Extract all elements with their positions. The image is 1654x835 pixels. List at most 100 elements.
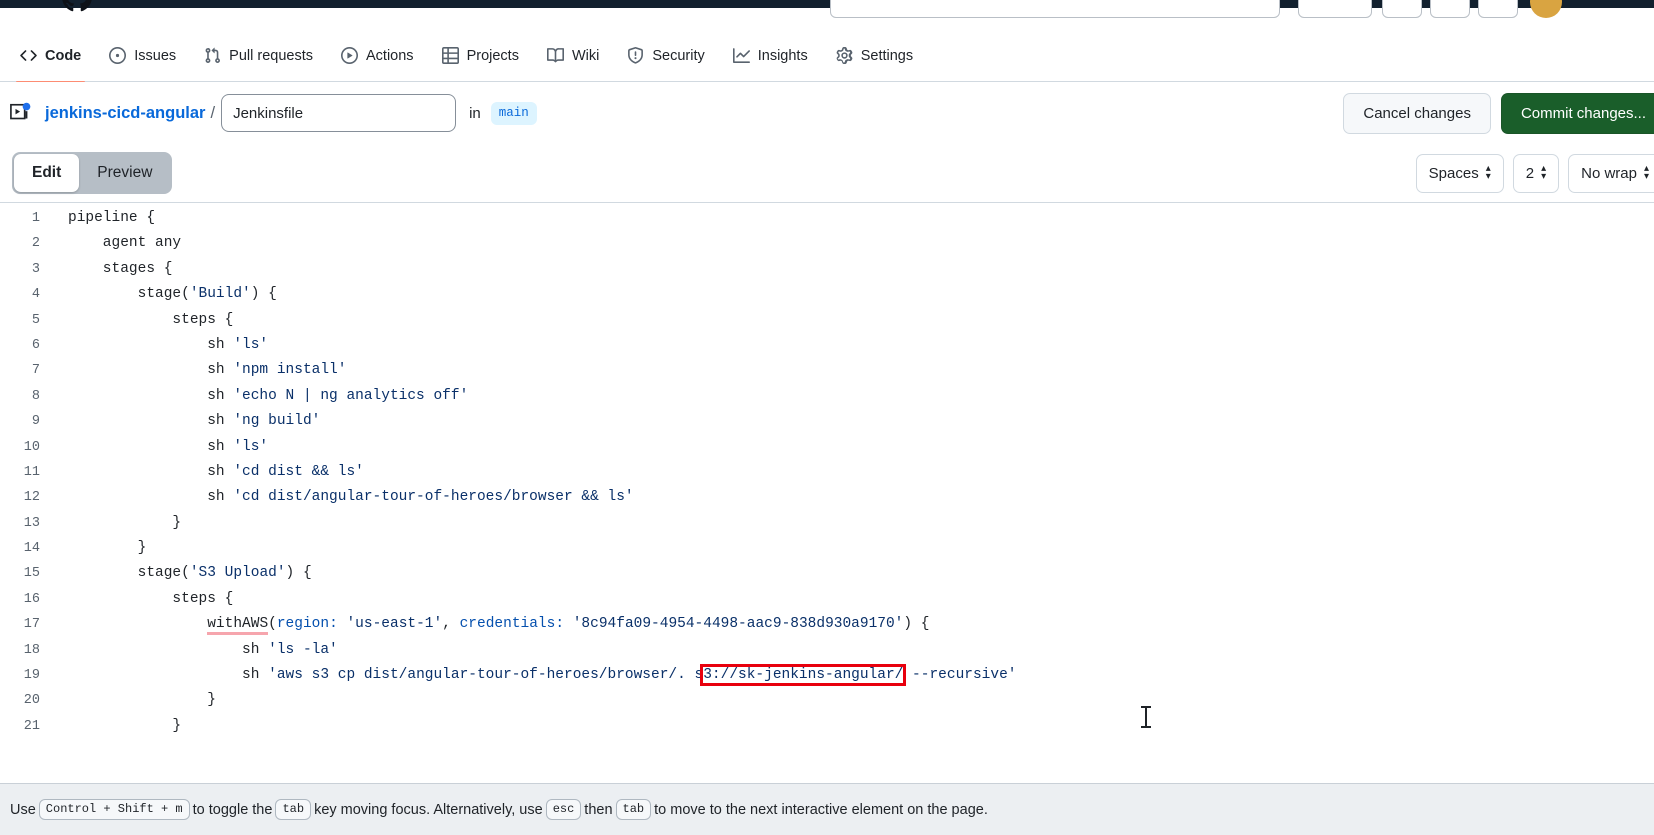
top-button-4[interactable]: [1478, 0, 1518, 18]
filename-input[interactable]: [221, 94, 456, 132]
code-line[interactable]: 5 steps {: [0, 308, 1654, 333]
nav-tab-actions-label: Actions: [366, 48, 414, 64]
edit-preview-toggle: Edit Preview: [12, 152, 172, 194]
code-line[interactable]: 11 sh 'cd dist && ls': [0, 460, 1654, 485]
code-line-text[interactable]: sh 'ls': [48, 333, 268, 358]
code-line[interactable]: 9 sh 'ng build': [0, 409, 1654, 434]
nav-tab-projects[interactable]: Projects: [430, 39, 531, 73]
code-line[interactable]: 16 steps {: [0, 587, 1654, 612]
kbd-esc: esc: [546, 799, 582, 820]
code-line-text[interactable]: sh 'npm install': [48, 358, 346, 383]
nav-tab-pull-requests[interactable]: Pull requests: [192, 39, 325, 73]
code-line-text[interactable]: sh 'cd dist && ls': [48, 460, 364, 485]
tab-edit[interactable]: Edit: [14, 154, 79, 192]
nav-tab-pull-requests-label: Pull requests: [229, 48, 313, 64]
top-button-2[interactable]: [1382, 0, 1422, 18]
code-line[interactable]: 15 stage('S3 Upload') {: [0, 561, 1654, 586]
line-number: 8: [0, 384, 48, 409]
chevron-updown-icon: ▴▾: [1486, 165, 1491, 181]
wrap-mode-select[interactable]: No wrap ▴▾: [1568, 154, 1654, 193]
line-number: 1: [0, 206, 48, 231]
code-line-text[interactable]: sh 'aws s3 cp dist/angular-tour-of-heroe…: [48, 663, 1016, 688]
line-number: 11: [0, 460, 48, 485]
keyboard-hint-footer: Use Control + Shift + m to toggle the ta…: [0, 783, 1654, 835]
code-line[interactable]: 4 stage('Build') {: [0, 282, 1654, 307]
nav-tab-insights-label: Insights: [758, 48, 808, 64]
code-line[interactable]: 1pipeline {: [0, 206, 1654, 231]
global-search-input[interactable]: [830, 0, 1280, 18]
code-line-text[interactable]: agent any: [48, 231, 181, 256]
code-line-text[interactable]: steps {: [48, 587, 233, 612]
code-line[interactable]: 17 withAWS(region: 'us-east-1', credenti…: [0, 612, 1654, 637]
code-line-text[interactable]: sh 'ls': [48, 435, 268, 460]
line-number: 18: [0, 638, 48, 663]
nav-tab-issues[interactable]: Issues: [97, 39, 188, 73]
code-line-text[interactable]: sh 'ng build': [48, 409, 320, 434]
code-line-text[interactable]: sh 'cd dist/angular-tour-of-heroes/brows…: [48, 485, 634, 510]
cancel-changes-button[interactable]: Cancel changes: [1343, 93, 1491, 134]
code-lines-container[interactable]: 1pipeline {2 agent any3 stages {4 stage(…: [0, 203, 1654, 739]
repo-name-link[interactable]: jenkins-cicd-angular: [45, 104, 205, 123]
line-number: 9: [0, 409, 48, 434]
code-line[interactable]: 18 sh 'ls -la': [0, 638, 1654, 663]
graph-icon: [733, 47, 750, 64]
git-pull-request-icon: [204, 47, 221, 64]
code-line-text[interactable]: }: [48, 536, 146, 561]
top-button-3[interactable]: [1430, 0, 1470, 18]
code-line[interactable]: 8 sh 'echo N | ng analytics off': [0, 384, 1654, 409]
code-line[interactable]: 2 agent any: [0, 231, 1654, 256]
code-line[interactable]: 6 sh 'ls': [0, 333, 1654, 358]
line-number: 14: [0, 536, 48, 561]
code-line[interactable]: 19 sh 'aws s3 cp dist/angular-tour-of-he…: [0, 663, 1654, 688]
nav-tab-wiki[interactable]: Wiki: [535, 39, 611, 73]
top-button-1[interactable]: [1298, 0, 1372, 18]
line-number: 3: [0, 257, 48, 282]
wrap-mode-label: No wrap: [1581, 165, 1637, 182]
indent-mode-label: Spaces: [1429, 165, 1479, 182]
line-number: 17: [0, 612, 48, 637]
code-line-text[interactable]: steps {: [48, 308, 233, 333]
code-line[interactable]: 13 }: [0, 511, 1654, 536]
code-line-text[interactable]: stage('S3 Upload') {: [48, 561, 312, 586]
code-line-text[interactable]: }: [48, 714, 181, 739]
nav-tab-code[interactable]: Code: [8, 39, 93, 73]
nav-tab-settings[interactable]: Settings: [824, 39, 925, 73]
code-icon: [20, 47, 37, 64]
nav-tab-wiki-label: Wiki: [572, 48, 599, 64]
code-editor[interactable]: 1pipeline {2 agent any3 stages {4 stage(…: [0, 202, 1654, 743]
code-line[interactable]: 12 sh 'cd dist/angular-tour-of-heroes/br…: [0, 485, 1654, 510]
code-line-text[interactable]: stage('Build') {: [48, 282, 277, 307]
code-line[interactable]: 7 sh 'npm install': [0, 358, 1654, 383]
nav-tab-security[interactable]: Security: [615, 39, 716, 73]
github-logo-icon[interactable]: [62, 0, 96, 16]
line-number: 15: [0, 561, 48, 586]
code-line-text[interactable]: }: [48, 511, 181, 536]
code-line-text[interactable]: stages {: [48, 257, 172, 282]
commit-changes-button[interactable]: Commit changes...: [1501, 93, 1654, 134]
chevron-updown-icon: ▴▾: [1541, 165, 1546, 181]
nav-tab-actions[interactable]: Actions: [329, 39, 426, 73]
code-line-text[interactable]: }: [48, 688, 216, 713]
code-line[interactable]: 20 }: [0, 688, 1654, 713]
code-line-text[interactable]: sh 'ls -la': [48, 638, 338, 663]
nav-tab-insights[interactable]: Insights: [721, 39, 820, 73]
footer-seg-2: to toggle the: [193, 802, 273, 818]
branch-badge: main: [491, 102, 537, 125]
indent-mode-select[interactable]: Spaces ▴▾: [1416, 154, 1504, 193]
code-line[interactable]: 3 stages {: [0, 257, 1654, 282]
line-number: 10: [0, 435, 48, 460]
nav-tab-settings-label: Settings: [861, 48, 913, 64]
code-line-text[interactable]: sh 'echo N | ng analytics off': [48, 384, 468, 409]
code-line-text[interactable]: withAWS(region: 'us-east-1', credentials…: [48, 612, 930, 637]
code-line-text[interactable]: pipeline {: [48, 206, 155, 231]
line-number: 20: [0, 688, 48, 713]
line-number: 4: [0, 282, 48, 307]
line-number: 7: [0, 358, 48, 383]
code-line[interactable]: 21 }: [0, 714, 1654, 739]
user-avatar[interactable]: [1530, 0, 1562, 18]
indent-size-select[interactable]: 2 ▴▾: [1513, 154, 1559, 193]
play-icon: [341, 47, 358, 64]
code-line[interactable]: 10 sh 'ls': [0, 435, 1654, 460]
tab-preview[interactable]: Preview: [79, 154, 170, 192]
code-line[interactable]: 14 }: [0, 536, 1654, 561]
